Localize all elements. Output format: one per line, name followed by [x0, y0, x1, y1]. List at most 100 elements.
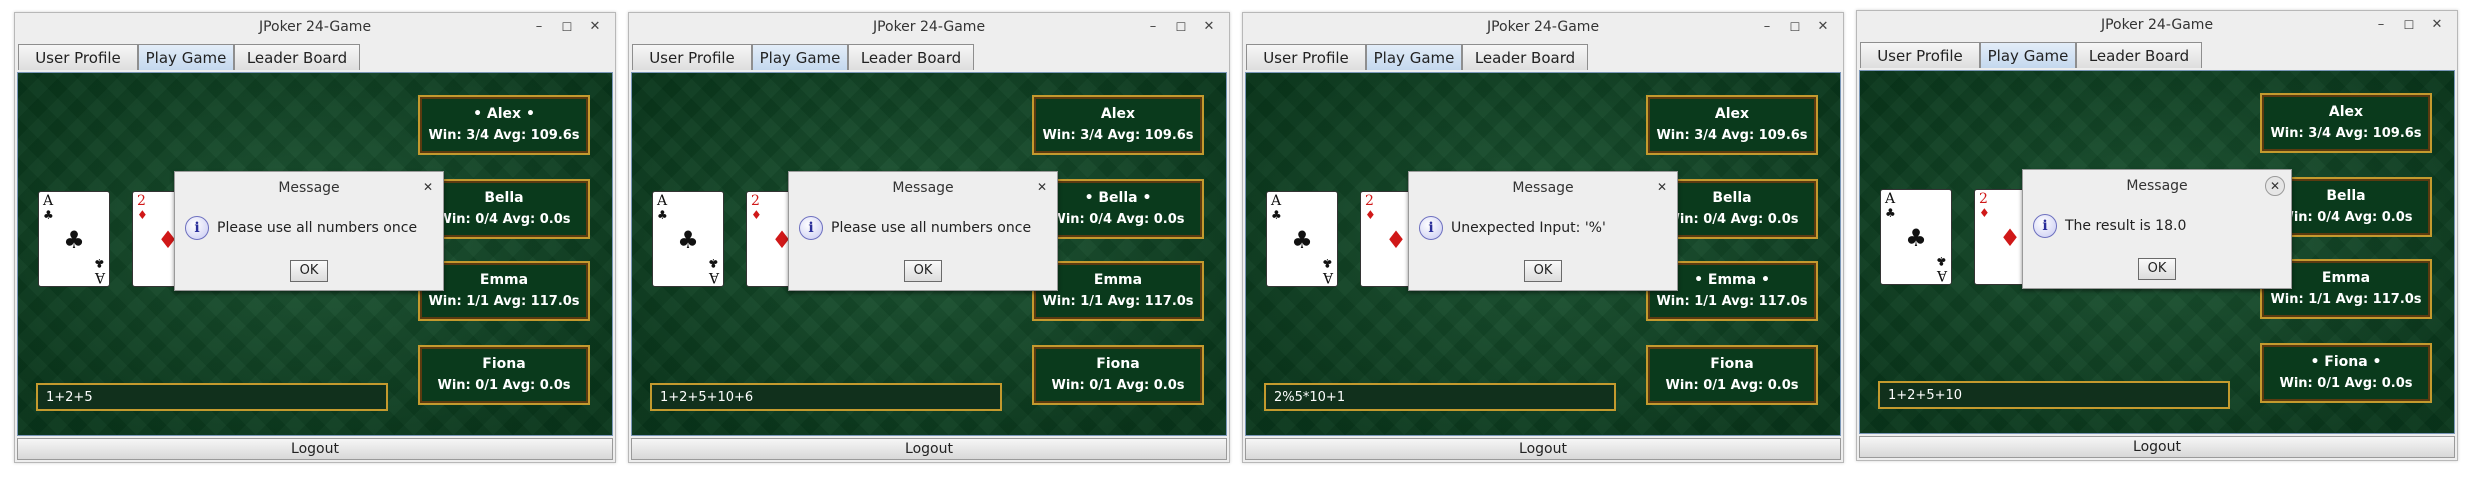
tab-bar: User Profile Play Game Leader Board	[1860, 42, 2457, 70]
tab-user-profile[interactable]: User Profile	[632, 44, 752, 70]
card-rank: 2	[137, 193, 146, 209]
diamonds-icon: ♦	[751, 208, 762, 222]
player-panel-alex: • Alex • Win: 3/4 Avg: 109.6s	[418, 95, 590, 155]
card-ace-clubs: A ♣ ♣ ♣ A	[1266, 191, 1338, 287]
ok-button[interactable]: OK	[904, 260, 942, 282]
card-rank: A	[94, 269, 105, 285]
logout-button[interactable]: Logout	[631, 438, 1227, 460]
player-name: Fiona	[1710, 356, 1754, 372]
maximize-button[interactable]: ☐	[1171, 17, 1191, 37]
close-button[interactable]: ✕	[2427, 15, 2447, 35]
dialog-close-button[interactable]: ✕	[419, 178, 437, 196]
dialog-close-button[interactable]: ✕	[1653, 178, 1671, 196]
tab-leader-board[interactable]: Leader Board	[234, 44, 360, 70]
minimize-button[interactable]: –	[1757, 17, 1777, 37]
card-ace-clubs: A ♣ ♣ ♣ A	[38, 191, 110, 287]
ok-button[interactable]: OK	[2138, 258, 2176, 280]
logout-button[interactable]: Logout	[17, 438, 613, 460]
dialog-message: Please use all numbers once	[217, 220, 418, 236]
dialog-title: Message	[1512, 180, 1574, 196]
tab-user-profile[interactable]: User Profile	[1246, 44, 1366, 70]
player-name: Emma	[479, 272, 529, 288]
expression-input[interactable]: 2%5*10+1	[1264, 383, 1616, 411]
player-panel-alex: Alex Win: 3/4 Avg: 109.6s	[1032, 95, 1204, 155]
player-name: • Alex •	[473, 106, 535, 122]
expression-input[interactable]: 1+2+5	[36, 383, 388, 411]
title-bar[interactable]: JPoker 24-Game – ☐ ✕	[629, 13, 1229, 41]
title-bar[interactable]: JPoker 24-Game – ☐ ✕	[1857, 11, 2457, 39]
logout-button[interactable]: Logout	[1245, 438, 1841, 460]
dialog-close-button[interactable]: ✕	[1033, 178, 1051, 196]
card-rank: 2	[1979, 191, 1988, 207]
minimize-button[interactable]: –	[1143, 17, 1163, 37]
tab-user-profile[interactable]: User Profile	[1860, 42, 1980, 68]
ok-button[interactable]: OK	[1524, 260, 1562, 282]
ok-button[interactable]: OK	[290, 260, 328, 282]
player-stats: Win: 0/1 Avg: 0.0s	[437, 378, 571, 393]
tab-bar: User Profile Play Game Leader Board	[632, 44, 1229, 72]
player-stats: Win: 3/4 Avg: 109.6s	[1042, 128, 1194, 143]
tab-leader-board[interactable]: Leader Board	[1462, 44, 1588, 70]
expression-input[interactable]: 1+2+5+10+6	[650, 383, 1002, 411]
logout-button[interactable]: Logout	[1859, 436, 2455, 458]
dialog-message: Please use all numbers once	[831, 220, 1032, 236]
clubs-icon: ♣	[677, 226, 699, 254]
clubs-icon: ♣	[657, 208, 668, 222]
close-button[interactable]: ✕	[1813, 17, 1833, 37]
dialog-close-button[interactable]: ✕	[2265, 176, 2285, 196]
card-rank: A	[43, 193, 54, 209]
player-stats: Win: 1/1 Avg: 117.0s	[1656, 294, 1808, 309]
dialog-title: Message	[2126, 178, 2188, 194]
player-stats: Win: 0/1 Avg: 0.0s	[1665, 378, 1799, 393]
expression-input[interactable]: 1+2+5+10	[1878, 381, 2230, 409]
tab-leader-board[interactable]: Leader Board	[848, 44, 974, 70]
player-panel-fiona: • Fiona • Win: 0/1 Avg: 0.0s	[2260, 343, 2432, 403]
clubs-icon: ♣	[1885, 206, 1896, 220]
maximize-button[interactable]: ☐	[1785, 17, 1805, 37]
game-window: JPoker 24-Game – ☐ ✕ User Profile Play G…	[628, 12, 1230, 463]
player-name: Fiona	[482, 356, 526, 372]
dialog-message: Unexpected Input: '%'	[1451, 220, 1606, 236]
game-table: A ♣ ♣ ♣ A 2 ♦ ♦ Alex Win: 3/4 Avg: 109.6…	[1245, 72, 1841, 436]
tab-play-game[interactable]: Play Game	[752, 44, 848, 70]
game-table: A ♣ ♣ ♣ A 2 ♦ ♦ Alex Win: 3/4 Avg: 109.6…	[1859, 70, 2455, 434]
player-panel-fiona: Fiona Win: 0/1 Avg: 0.0s	[418, 345, 590, 405]
message-dialog: Message ✕ i Please use all numbers once …	[174, 171, 444, 291]
tab-play-game[interactable]: Play Game	[1366, 44, 1462, 70]
tab-play-game[interactable]: Play Game	[1980, 42, 2076, 68]
title-bar[interactable]: JPoker 24-Game – ☐ ✕	[15, 13, 615, 41]
player-panel-fiona: Fiona Win: 0/1 Avg: 0.0s	[1032, 345, 1204, 405]
maximize-button[interactable]: ☐	[2399, 15, 2419, 35]
window-title: JPoker 24-Game	[258, 19, 372, 35]
card-rank: A	[1322, 269, 1333, 285]
player-name: Alex	[1100, 106, 1136, 122]
card-rank: 2	[751, 193, 760, 209]
player-stats: Win: 1/1 Avg: 117.0s	[2270, 292, 2422, 307]
tab-play-game[interactable]: Play Game	[138, 44, 234, 70]
card-rank: A	[1885, 191, 1896, 207]
window-title: JPoker 24-Game	[872, 19, 986, 35]
game-window: JPoker 24-Game – ☐ ✕ User Profile Play G…	[1856, 10, 2458, 461]
info-icon: i	[799, 216, 823, 240]
player-name: • Fiona •	[2310, 354, 2382, 370]
game-table: A ♣ ♣ ♣ A 2 ♦ ♦ Alex Win: 3/4 Avg: 109.6…	[631, 72, 1227, 436]
minimize-button[interactable]: –	[529, 17, 549, 37]
clubs-icon: ♣	[1936, 254, 1947, 268]
minimize-button[interactable]: –	[2371, 15, 2391, 35]
clubs-icon: ♣	[63, 226, 85, 254]
player-stats: Win: 0/4 Avg: 0.0s	[437, 212, 571, 227]
player-panel-fiona: Fiona Win: 0/1 Avg: 0.0s	[1646, 345, 1818, 405]
maximize-button[interactable]: ☐	[557, 17, 577, 37]
close-button[interactable]: ✕	[585, 17, 605, 37]
tab-bar: User Profile Play Game Leader Board	[18, 44, 615, 72]
card-rank: 2	[1365, 193, 1374, 209]
tab-leader-board[interactable]: Leader Board	[2076, 42, 2202, 68]
diamonds-icon: ♦	[1365, 208, 1376, 222]
player-name: Alex	[1714, 106, 1750, 122]
title-bar[interactable]: JPoker 24-Game – ☐ ✕	[1243, 13, 1843, 41]
player-stats: Win: 3/4 Avg: 109.6s	[428, 128, 580, 143]
dialog-message: The result is 18.0	[2065, 218, 2187, 234]
game-window: JPoker 24-Game – ☐ ✕ User Profile Play G…	[1242, 12, 1844, 463]
tab-user-profile[interactable]: User Profile	[18, 44, 138, 70]
close-button[interactable]: ✕	[1199, 17, 1219, 37]
